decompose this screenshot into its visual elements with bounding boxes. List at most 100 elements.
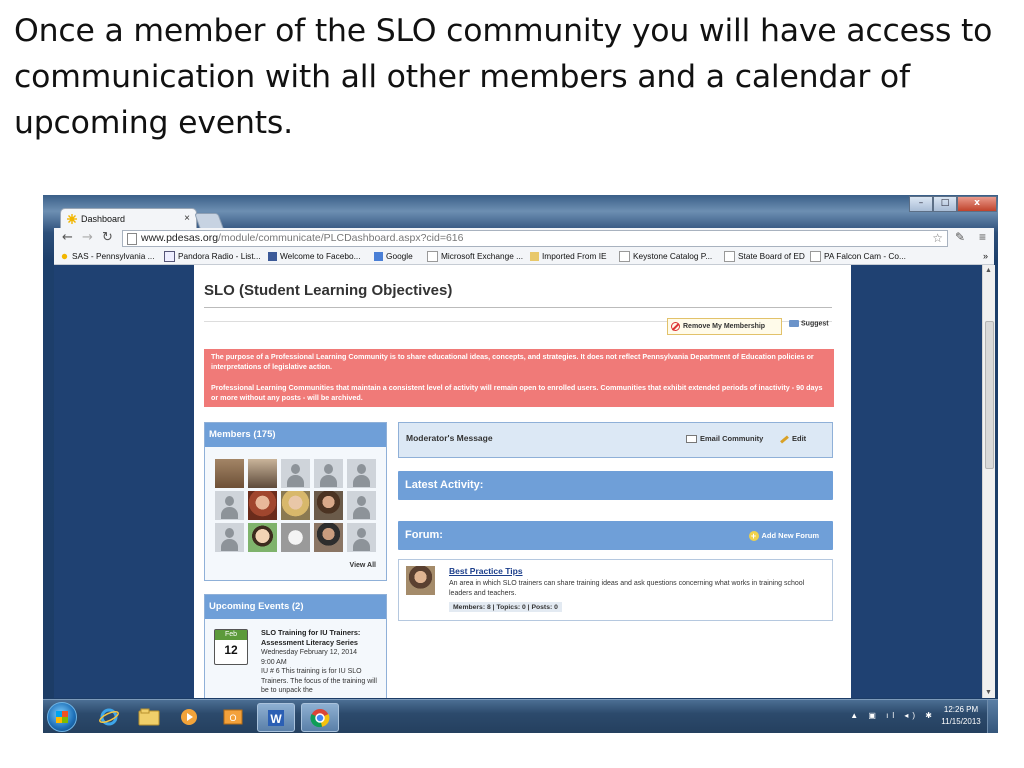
events-heading[interactable]: Upcoming Events (2)	[205, 595, 386, 619]
pencil-icon	[780, 434, 789, 444]
member-avatar[interactable]	[215, 523, 244, 552]
page-content: SLO (Student Learning Objectives) Remove…	[194, 265, 851, 698]
email-community-link[interactable]: Email Community	[686, 434, 763, 444]
member-avatar[interactable]	[281, 491, 310, 520]
chrome-icon	[310, 708, 330, 727]
reload-icon[interactable]: ↻	[102, 230, 113, 246]
event-title[interactable]: SLO Training for IU Trainers: Assessment…	[261, 628, 381, 647]
member-avatar[interactable]	[314, 491, 343, 520]
page-viewport: SLO (Student Learning Objectives) Remove…	[54, 265, 982, 698]
bookmark-label: Pandora Radio - List...	[178, 251, 261, 261]
page-icon	[619, 250, 630, 262]
page-icon	[427, 250, 438, 262]
forum-link[interactable]: Best Practice Tips	[449, 566, 523, 576]
suggest-label: Suggest	[801, 320, 829, 328]
page-icon	[810, 250, 821, 262]
bookmark-item[interactable]: PA Falcon Cam - Co...	[810, 248, 906, 264]
sas-favicon-icon	[61, 253, 68, 259]
scrollbar-thumb[interactable]	[985, 321, 994, 469]
member-avatar[interactable]	[215, 491, 244, 520]
bookmarks-overflow-icon[interactable]: »	[983, 248, 988, 264]
forum-description: An area in which SLO trainers can share …	[449, 580, 805, 597]
bookmark-item[interactable]: Imported From IE	[530, 248, 607, 264]
internet-explorer-taskbar-button[interactable]	[91, 703, 127, 730]
edit-link[interactable]: Edit	[780, 434, 806, 444]
close-tab-icon[interactable]: ×	[184, 209, 190, 229]
bookmark-item[interactable]: Welcome to Facebo...	[268, 248, 361, 264]
bookmark-label: Welcome to Facebo...	[280, 251, 361, 261]
forum-heading: Forum:	[405, 529, 443, 541]
bookmark-item[interactable]: SAS - Pennsylvania ...	[60, 248, 155, 264]
bookmark-item[interactable]: Google	[374, 248, 413, 264]
add-new-forum-label: Add New Forum	[761, 531, 820, 540]
word-icon: W	[268, 709, 284, 726]
word-taskbar-button[interactable]: W	[257, 703, 295, 732]
bookmark-item[interactable]: Keystone Catalog P...	[619, 248, 712, 264]
chrome-taskbar-button[interactable]	[301, 703, 339, 732]
member-avatar[interactable]	[248, 523, 277, 552]
browser-toolbar: ← → ↻ www.pdesas.org/module/communicate/…	[54, 228, 994, 248]
page-scrollbar[interactable]: ▲ ▼	[982, 265, 995, 698]
member-avatar[interactable]	[248, 459, 277, 488]
member-avatar[interactable]	[281, 523, 310, 552]
member-avatar[interactable]	[248, 491, 277, 520]
member-avatar[interactable]	[314, 523, 343, 552]
member-avatar[interactable]	[215, 459, 244, 488]
outlook-icon: O	[223, 709, 243, 724]
bookmark-label: Keystone Catalog P...	[633, 251, 713, 261]
sas-favicon-icon	[67, 214, 77, 224]
url-text: www.pdesas.org/module/communicate/PLCDas…	[141, 231, 463, 246]
member-avatar[interactable]	[281, 459, 310, 488]
forum-avatar	[406, 566, 435, 595]
menu-icon[interactable]: ≡	[979, 230, 986, 244]
member-avatar[interactable]	[347, 459, 376, 488]
speech-bubble-icon	[789, 320, 799, 327]
members-heading[interactable]: Members (175)	[205, 423, 386, 447]
close-window-button[interactable]: x	[957, 196, 997, 212]
url-host: www.pdesas.org	[141, 232, 219, 244]
url-path: /module/communicate/PLCDashboard.aspx?ci…	[218, 232, 464, 244]
windows-logo-icon	[56, 711, 68, 723]
add-new-forum-button[interactable]: + Add New Forum	[748, 521, 820, 550]
bookmarks-bar: SAS - Pennsylvania ... Pandora Radio - L…	[54, 248, 994, 265]
window-controls: – □ x	[909, 196, 997, 212]
file-explorer-taskbar-button[interactable]	[131, 703, 167, 730]
maximize-button[interactable]: □	[933, 196, 957, 212]
minimize-button[interactable]: –	[909, 196, 933, 212]
clock-time: 12:26 PM	[943, 705, 979, 714]
media-player-taskbar-button[interactable]	[171, 703, 207, 730]
bookmark-item[interactable]: Pandora Radio - List...	[164, 248, 261, 264]
address-bar[interactable]: www.pdesas.org/module/communicate/PLCDas…	[122, 230, 948, 247]
remove-membership-label: Remove My Membership	[683, 323, 766, 330]
extension-icon[interactable]: ✎	[955, 230, 965, 244]
bookmark-label: SAS - Pennsylvania ...	[72, 251, 155, 261]
system-clock[interactable]: 12:26 PM 11/15/2013	[938, 704, 984, 728]
latest-activity-heading: Latest Activity:	[398, 471, 833, 500]
bookmark-star-icon[interactable]: ☆	[932, 231, 943, 246]
view-all-members-link[interactable]: View All	[350, 562, 376, 569]
member-avatar[interactable]	[347, 491, 376, 520]
slide-caption: Once a member of the SLO community you w…	[14, 13, 993, 141]
browser-tab[interactable]: Dashboard ×	[60, 208, 197, 229]
start-button[interactable]	[47, 702, 77, 732]
new-tab-button[interactable]	[194, 213, 224, 229]
suggest-link[interactable]: Suggest	[789, 320, 829, 327]
show-desktop-button[interactable]	[987, 700, 998, 733]
forward-icon[interactable]: →	[82, 230, 93, 246]
event-time: 9:00 AM	[261, 658, 287, 666]
outlook-taskbar-button[interactable]: O	[215, 703, 251, 730]
remove-membership-button[interactable]: Remove My Membership	[667, 318, 782, 335]
member-avatar[interactable]	[314, 459, 343, 488]
scroll-down-icon[interactable]: ▼	[985, 689, 992, 696]
scroll-up-icon[interactable]: ▲	[985, 267, 992, 274]
event-date: Wednesday February 12, 2014	[261, 649, 357, 656]
page-icon	[127, 233, 137, 245]
back-icon[interactable]: ←	[62, 230, 73, 246]
media-player-icon	[181, 708, 197, 725]
system-tray-icons[interactable]: ▲ ▣ ıl ◂) ✱	[850, 711, 936, 720]
pandora-icon	[164, 250, 175, 262]
screenshot: – □ x Dashboard × ← → ↻ www.pdesas.org/m…	[43, 195, 998, 733]
member-avatar[interactable]	[347, 523, 376, 552]
bookmark-item[interactable]: State Board of ED	[724, 248, 805, 264]
bookmark-item[interactable]: Microsoft Exchange ...	[427, 248, 523, 264]
